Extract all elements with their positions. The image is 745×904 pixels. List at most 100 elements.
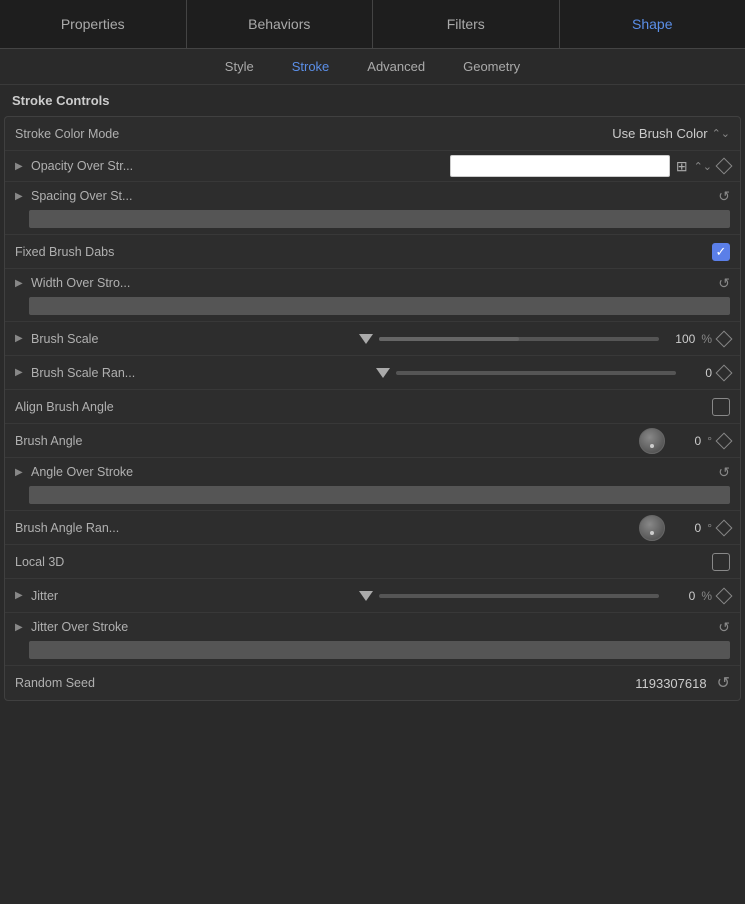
brush-scale-range-slider[interactable]: [396, 371, 676, 375]
fixed-brush-dabs-row: Fixed Brush Dabs ✓: [5, 235, 740, 269]
spacing-over-stroke-expand[interactable]: ▶ Spacing Over St...: [15, 189, 195, 203]
opacity-over-stroke-row: ▶ Opacity Over Str... ⊞ ⌃⌄: [5, 151, 740, 182]
brush-scale-keyframe-diamond[interactable]: [716, 330, 733, 347]
jitter-unit: %: [701, 589, 712, 603]
local-3d-checkbox[interactable]: [712, 553, 730, 571]
brush-angle-range-control: 0 °: [195, 515, 730, 541]
brush-angle-label: Brush Angle: [15, 434, 195, 448]
brush-scale-slider[interactable]: [379, 337, 659, 341]
dial-indicator: [650, 444, 654, 448]
spacing-reset-icon[interactable]: ↺: [718, 188, 730, 205]
brush-angle-range-diamond[interactable]: [716, 519, 733, 536]
random-seed-control: 1193307618 ↺: [195, 673, 730, 693]
align-brush-angle-row: Align Brush Angle: [5, 390, 740, 424]
tab-behaviors[interactable]: Behaviors: [187, 0, 374, 48]
expand-icon: ▶: [15, 161, 25, 172]
local-3d-row: Local 3D: [5, 545, 740, 579]
random-seed-row: Random Seed 1193307618 ↺: [5, 666, 740, 700]
jitter-expand[interactable]: ▶ Jitter: [15, 589, 195, 603]
jitter-graph-bar: [29, 641, 730, 659]
spacing-graph-bar: [29, 210, 730, 228]
stroke-color-mode-row: Stroke Color Mode Use Brush Color ⌃⌄: [5, 117, 740, 151]
jitter-diamond[interactable]: [716, 587, 733, 604]
brush-scale-value: 100: [665, 332, 695, 346]
brush-scale-range-diamond[interactable]: [716, 364, 733, 381]
width-over-stroke-expand[interactable]: ▶ Width Over Stro...: [15, 276, 195, 290]
align-brush-angle-label: Align Brush Angle: [15, 400, 195, 414]
checkbox-check-icon: ✓: [716, 245, 727, 258]
brush-scale-range-expand[interactable]: ▶ Brush Scale Ran...: [15, 366, 195, 380]
jitter-thumb[interactable]: [359, 591, 373, 601]
align-brush-angle-checkbox[interactable]: [712, 398, 730, 416]
brush-angle-row: Brush Angle 0 °: [5, 424, 740, 458]
fixed-brush-dabs-control: ✓: [195, 243, 730, 261]
brush-angle-dial[interactable]: [639, 428, 665, 454]
jitter-control: 0 %: [195, 589, 730, 603]
opacity-gradient-bar[interactable]: [450, 155, 670, 177]
subtab-geometry[interactable]: Geometry: [459, 57, 524, 76]
brush-scale-fill: [379, 337, 519, 341]
angle-graph-bar: [29, 486, 730, 504]
brush-scale-expand[interactable]: ▶ Brush Scale: [15, 332, 195, 346]
stroke-color-mode-control: Use Brush Color ⌃⌄: [195, 126, 730, 141]
stroke-color-mode-select[interactable]: Use Brush Color ⌃⌄: [612, 126, 730, 141]
subtab-stroke[interactable]: Stroke: [288, 57, 334, 76]
expand-icon: ▶: [15, 622, 25, 633]
brush-angle-range-dial[interactable]: [639, 515, 665, 541]
angle-over-stroke-expand[interactable]: ▶ Angle Over Stroke: [15, 465, 195, 479]
brush-angle-unit: °: [707, 434, 712, 448]
jitter-over-stroke-control: ↺: [195, 619, 730, 636]
top-tab-bar: Properties Behaviors Filters Shape: [0, 0, 745, 49]
width-reset-icon[interactable]: ↺: [718, 275, 730, 292]
tab-shape[interactable]: Shape: [560, 0, 745, 48]
jitter-row: ▶ Jitter 0 %: [5, 579, 740, 613]
brush-angle-range-row: Brush Angle Ran... 0 °: [5, 511, 740, 545]
brush-scale-row: ▶ Brush Scale 100 %: [5, 322, 740, 356]
brush-scale-range-thumb[interactable]: [376, 368, 390, 378]
width-over-stroke-row: ▶ Width Over Stro... ↺: [5, 269, 740, 322]
tab-properties[interactable]: Properties: [0, 0, 187, 48]
brush-angle-value: 0: [671, 434, 701, 448]
brush-angle-diamond[interactable]: [716, 432, 733, 449]
opacity-arrows-icon: ⌃⌄: [694, 160, 712, 173]
select-arrows-icon: ⌃⌄: [712, 127, 730, 140]
brush-scale-range-control: 0: [195, 366, 730, 380]
angle-reset-icon[interactable]: ↺: [718, 464, 730, 481]
align-brush-angle-control: [195, 398, 730, 416]
stroke-controls-header: Stroke Controls: [0, 85, 745, 116]
opacity-keyframe-diamond[interactable]: [716, 158, 733, 175]
expand-icon: ▶: [15, 367, 25, 378]
brush-angle-range-unit: °: [707, 521, 712, 535]
spacing-over-stroke-row: ▶ Spacing Over St... ↺: [5, 182, 740, 235]
jitter-value: 0: [665, 589, 695, 603]
width-graph-bar: [29, 297, 730, 315]
fixed-brush-dabs-checkbox[interactable]: ✓: [712, 243, 730, 261]
copy-icon[interactable]: ⊞: [676, 158, 688, 175]
sub-tab-bar: Style Stroke Advanced Geometry: [0, 49, 745, 85]
expand-icon: ▶: [15, 590, 25, 601]
subtab-advanced[interactable]: Advanced: [363, 57, 429, 76]
jitter-reset-icon[interactable]: ↺: [718, 619, 730, 636]
tab-filters[interactable]: Filters: [373, 0, 560, 48]
brush-angle-control: 0 °: [195, 428, 730, 454]
local-3d-label: Local 3D: [15, 555, 195, 569]
subtab-style[interactable]: Style: [221, 57, 258, 76]
random-seed-refresh-icon[interactable]: ↺: [717, 673, 730, 693]
opacity-over-stroke-expand[interactable]: ▶ Opacity Over Str...: [15, 159, 195, 173]
brush-scale-unit: %: [701, 332, 712, 346]
jitter-over-stroke-expand[interactable]: ▶ Jitter Over Stroke: [15, 620, 195, 634]
brush-scale-range-value: 0: [682, 366, 712, 380]
fixed-brush-dabs-label: Fixed Brush Dabs: [15, 245, 195, 259]
expand-icon: ▶: [15, 467, 25, 478]
brush-scale-thumb[interactable]: [359, 334, 373, 344]
jitter-over-stroke-row: ▶ Jitter Over Stroke ↺: [5, 613, 740, 666]
angle-over-stroke-row: ▶ Angle Over Stroke ↺: [5, 458, 740, 511]
expand-icon: ▶: [15, 278, 25, 289]
jitter-slider[interactable]: [379, 594, 659, 598]
opacity-over-stroke-control: ⊞ ⌃⌄: [195, 155, 730, 177]
stroke-controls-panel: Stroke Color Mode Use Brush Color ⌃⌄ ▶ O…: [4, 116, 741, 701]
brush-angle-range-label: Brush Angle Ran...: [15, 521, 195, 535]
dial-indicator: [650, 531, 654, 535]
angle-over-stroke-control: ↺: [195, 464, 730, 481]
expand-icon: ▶: [15, 191, 25, 202]
